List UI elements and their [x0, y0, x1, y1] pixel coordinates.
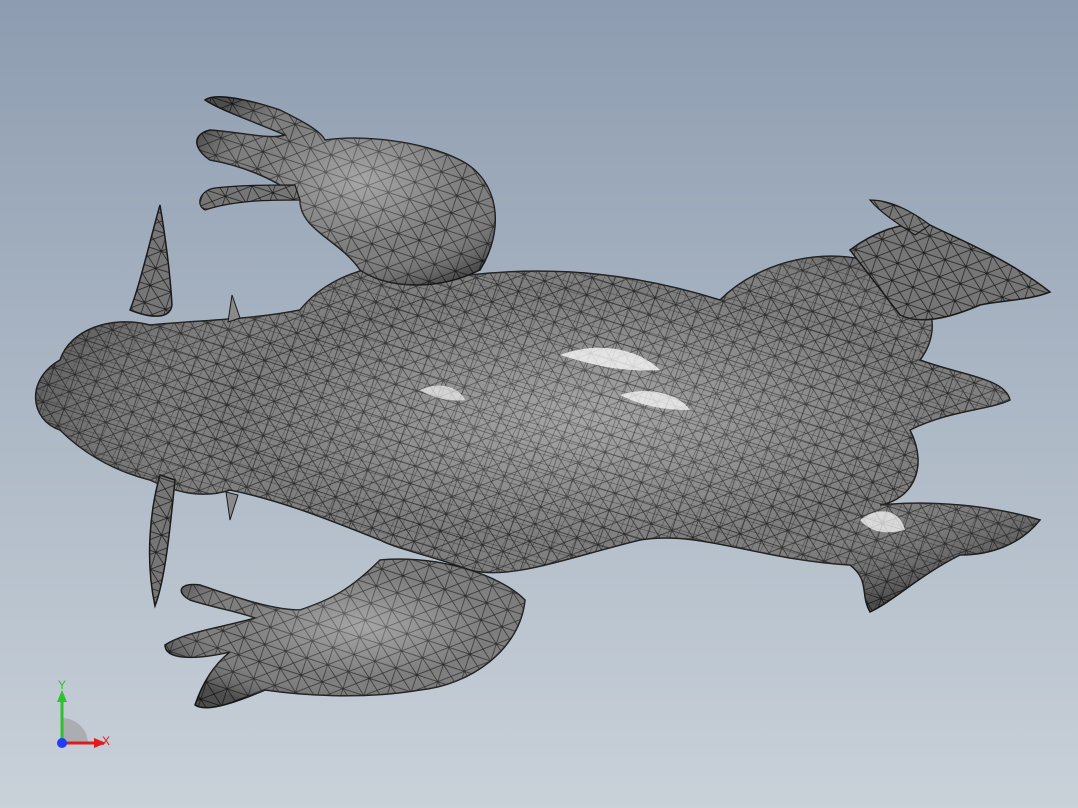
view-cone — [62, 718, 88, 743]
graphics-viewport[interactable]: Y X — [0, 0, 1078, 808]
mesh-model[interactable] — [0, 0, 1078, 808]
creature-mesh — [34, 96, 1052, 709]
y-axis-label: Y — [58, 680, 66, 692]
x-axis-label: X — [102, 734, 110, 748]
horn — [148, 474, 176, 609]
orientation-triad[interactable]: Y X — [40, 680, 130, 760]
horn — [129, 204, 173, 317]
z-axis — [57, 738, 67, 748]
